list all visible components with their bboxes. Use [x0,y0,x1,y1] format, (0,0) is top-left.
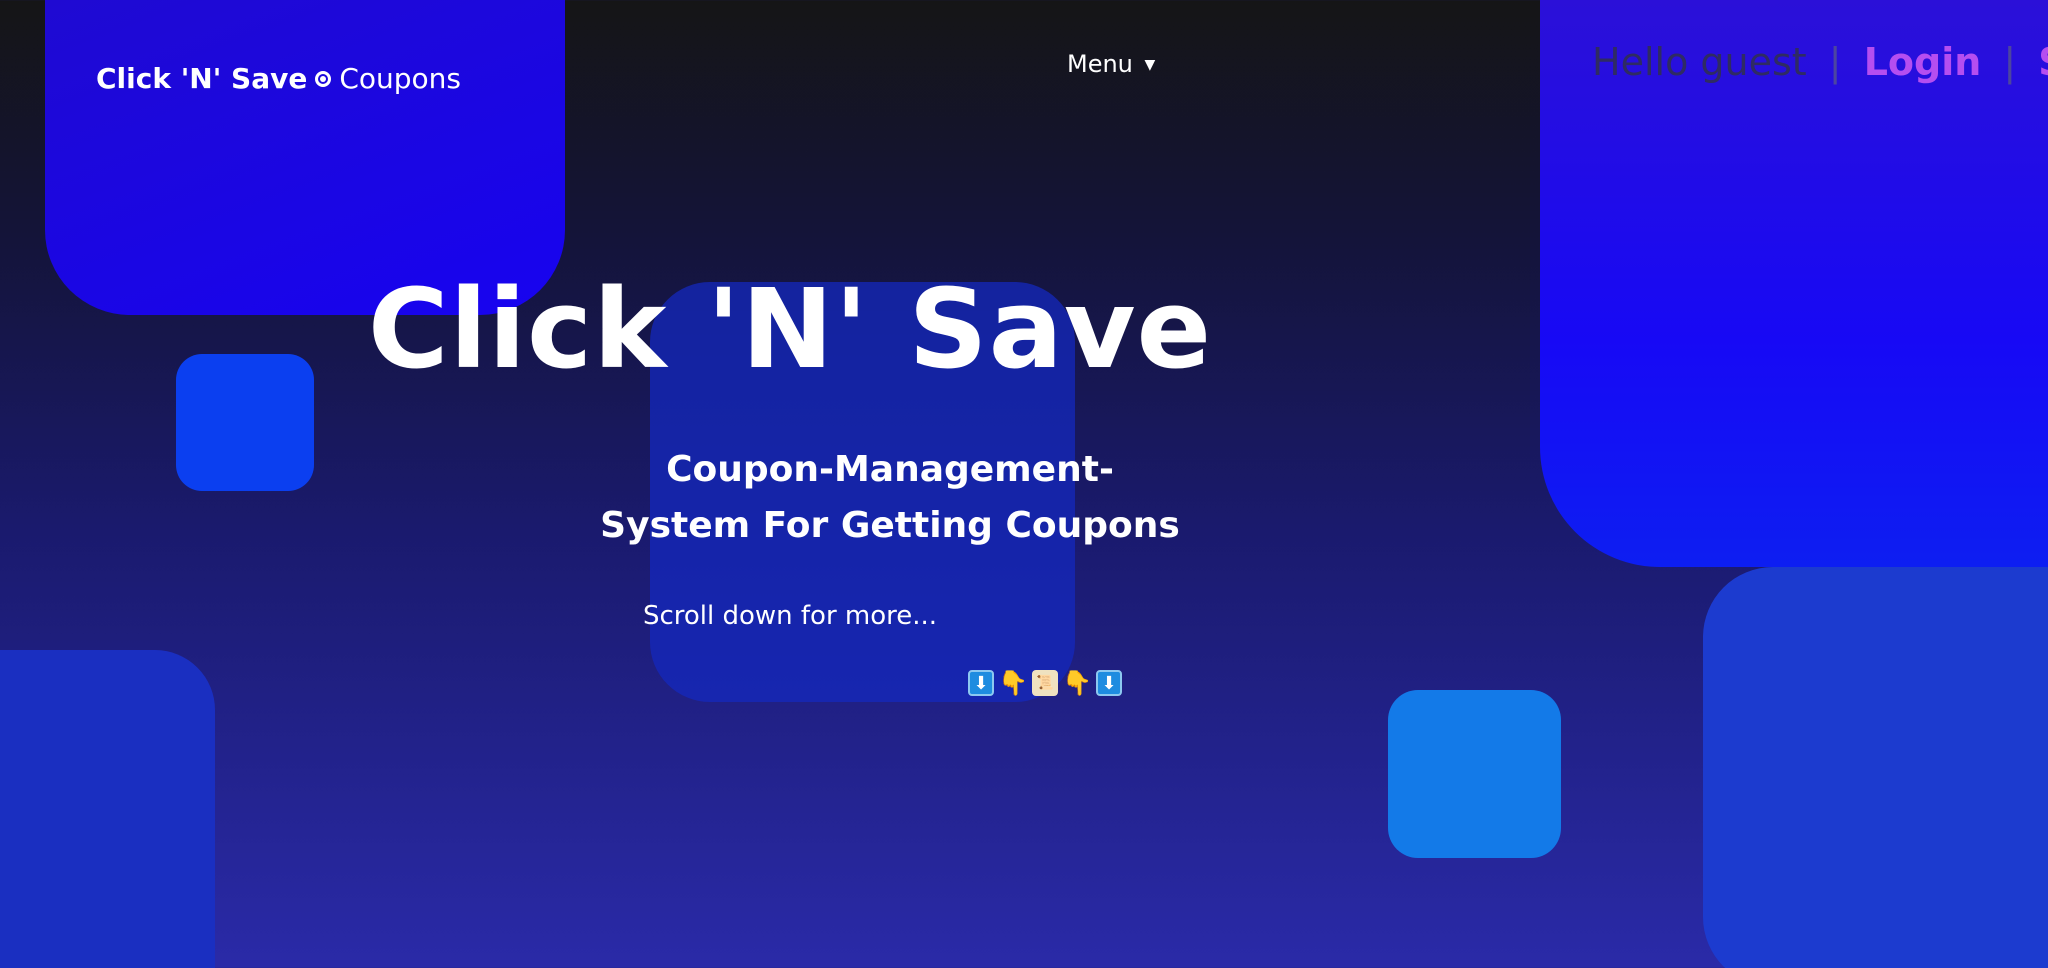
caret-down-icon: ▼ [1144,57,1156,73]
pointing-down-icon: 👇 [998,669,1028,697]
separator: | [2003,40,2017,84]
radio-dot-icon [315,70,332,87]
scroll-hint: Scroll down for more... [642,601,938,631]
hero-title: Click 'N' Save [367,265,1213,393]
emoji-row: ⬇ 👇 📜 👇 ⬇ [968,669,1122,697]
brand-name: Click 'N' Save [96,62,308,95]
decorative-shape-bottom-right [1703,567,2048,968]
scroll-icon: 📜 [1032,670,1058,696]
signup-link[interactable]: Sign [2038,40,2048,84]
down-arrow-icon: ⬇ [968,670,994,696]
decorative-shape-small-right [1388,690,1561,858]
menu-dropdown[interactable]: Menu ▼ [1067,50,1155,78]
brand-logo-link[interactable]: Click 'N' Save Coupons [96,62,461,95]
pointing-down-icon: 👇 [1062,669,1092,697]
decorative-shape-bottom-left [0,650,215,968]
down-arrow-icon: ⬇ [1096,670,1122,696]
greeting-text: Hello guest [1592,40,1807,84]
hero-subtitle: Coupon-Management-System For Getting Cou… [600,449,1180,546]
separator: | [1828,40,1842,84]
login-link[interactable]: Login [1864,40,1982,84]
brand-suffix: Coupons [339,62,462,95]
user-area: Hello guest | Login | Sign [1592,40,2048,84]
decorative-shape-top-right [1540,0,2048,567]
menu-label: Menu [1067,50,1133,78]
